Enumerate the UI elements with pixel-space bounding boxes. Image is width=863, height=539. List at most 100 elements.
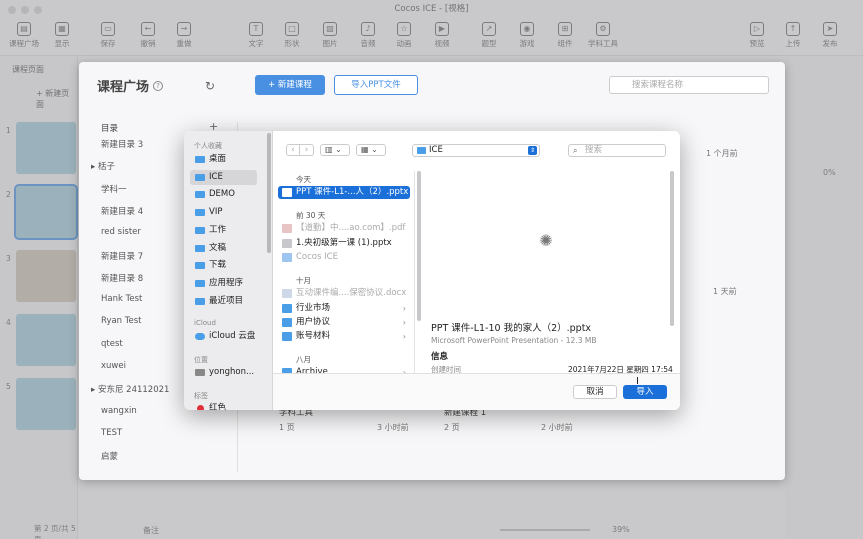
- directory-item[interactable]: 新建目录 4: [101, 205, 143, 217]
- forward-button[interactable]: ›: [300, 144, 314, 156]
- directory-item[interactable]: wangxin: [101, 406, 137, 416]
- sidebar-item[interactable]: DEMO: [190, 187, 257, 202]
- sidebar-item[interactable]: ICE: [190, 169, 257, 185]
- sidebar-item[interactable]: 下载: [190, 258, 257, 273]
- file-list-scrollbar[interactable]: [417, 171, 421, 321]
- directory-item[interactable]: red sister: [101, 227, 141, 237]
- directory-item[interactable]: 新建目录 3: [101, 138, 143, 150]
- sidebar-scrollbar[interactable]: [267, 133, 271, 253]
- directory-item[interactable]: xuwei: [101, 361, 126, 371]
- file-name: PPT 课件-L1-...人（2）.pptx: [296, 187, 409, 197]
- ppt-file-icon: [282, 238, 292, 248]
- location-name: ICE: [429, 145, 443, 155]
- folder-icon: [195, 156, 205, 163]
- card-pages: 1 页: [279, 423, 295, 432]
- column-view-button[interactable]: ▥ ⌄: [320, 144, 350, 156]
- import-ppt-button[interactable]: 导入PPT文件: [334, 75, 418, 95]
- directory-item[interactable]: Ryan Test: [101, 316, 142, 326]
- back-button[interactable]: ‹: [286, 144, 300, 156]
- dialog-sidebar: 个人收藏桌面 ICE DEMO VIP 工作文稿下载应用程序最近项目 iCloud iClo…: [184, 131, 273, 410]
- directory-item[interactable]: ▸ 安东尼 24112021: [91, 383, 169, 395]
- sidebar-item-label: 红色: [209, 403, 227, 410]
- chevron-right-icon: ›: [402, 303, 406, 313]
- location-dropdown[interactable]: ICE ⇕: [412, 144, 540, 157]
- chevron-right-icon: ›: [402, 332, 406, 342]
- import-file-dialog: 个人收藏桌面 ICE DEMO VIP 工作文稿下载应用程序最近项目 iCloud iClo…: [184, 131, 680, 410]
- sidebar-item-label: VIP: [209, 207, 223, 218]
- app-file-icon: [282, 252, 292, 262]
- file-name: Cocos ICE: [296, 251, 338, 262]
- sidebar-item[interactable]: 文稿: [190, 241, 257, 256]
- file-name: 用户协议: [296, 316, 331, 327]
- file-row[interactable]: Cocos ICE: [278, 251, 410, 264]
- preview-title: PPT 课件-L1-10 我的家人（2）.pptx: [431, 323, 592, 334]
- doc-file-icon: [282, 289, 292, 299]
- sidebar-section-header: iCloud: [194, 319, 216, 327]
- file-row[interactable]: 【道勤】中....ao.com】.pdf: [278, 222, 410, 235]
- sidebar-item-location[interactable]: yonghon...: [190, 365, 257, 380]
- folder-icon: [195, 173, 205, 181]
- sidebar-item-label: 应用程序: [209, 277, 244, 288]
- sidebar-section-header: 标签: [194, 392, 208, 400]
- help-icon[interactable]: ?: [153, 81, 163, 91]
- file-name: 1.央初级第一课 (1).pptx: [296, 237, 392, 248]
- file-row[interactable]: 1.央初级第一课 (1).pptx: [278, 237, 410, 250]
- directory-item[interactable]: 学科一: [101, 183, 127, 195]
- directory-item[interactable]: qtest: [101, 339, 123, 349]
- directory-item[interactable]: Hank Test: [101, 294, 142, 304]
- card-time: 1 天前: [713, 287, 737, 296]
- folder-icon: [195, 191, 205, 199]
- card-pages: 2 页: [444, 423, 460, 432]
- preview-scrollbar[interactable]: [670, 171, 674, 326]
- course-square-title: 课程广场: [97, 80, 150, 95]
- directory-item[interactable]: 启蒙: [101, 450, 118, 462]
- file-row[interactable]: 账号材料 ›: [278, 330, 410, 343]
- sidebar-item[interactable]: 应用程序: [190, 276, 257, 291]
- info-header: 信息: [431, 352, 449, 362]
- folder-icon: [417, 147, 426, 154]
- directory-item[interactable]: TEST: [101, 428, 122, 438]
- cancel-button[interactable]: 取消: [573, 385, 617, 399]
- folder-icon: [195, 209, 205, 217]
- sidebar-item-label: 下载: [209, 260, 227, 271]
- folder-file-icon: [282, 303, 292, 313]
- card-time: 1 个月前: [706, 149, 738, 158]
- sidebar-item[interactable]: 最近项目: [190, 294, 257, 309]
- red-tag-icon: [197, 405, 204, 410]
- search-icon: ⌕: [573, 146, 578, 155]
- file-row[interactable]: 用户协议 ›: [278, 316, 410, 329]
- sidebar-item-label: iCloud 云盘: [209, 331, 256, 341]
- refresh-icon[interactable]: ↻: [205, 79, 215, 93]
- file-row[interactable]: 互动课件编....保密协议.docx: [278, 287, 410, 300]
- sidebar-item[interactable]: 桌面: [190, 152, 257, 167]
- file-name: 【道勤】中....ao.com】.pdf: [296, 223, 406, 234]
- laptop-icon: [195, 369, 205, 376]
- file-group-header: 八月: [296, 355, 311, 365]
- grid-view-button[interactable]: ▦ ⌄: [356, 144, 386, 156]
- sidebar-item[interactable]: VIP: [190, 205, 257, 220]
- directory-header: 目录: [101, 124, 119, 134]
- sidebar-item[interactable]: 工作: [190, 223, 257, 238]
- file-row[interactable]: PPT 课件-L1-...人（2）.pptx: [278, 186, 410, 199]
- sidebar-section-header: 位置: [194, 356, 208, 364]
- file-name: 互动课件编....保密协议.docx: [296, 288, 407, 299]
- directory-item[interactable]: 新建目录 7: [101, 250, 143, 262]
- file-name: 账号材料: [296, 331, 331, 342]
- chevron-right-icon: ›: [402, 317, 406, 327]
- file-row[interactable]: 行业市场 ›: [278, 302, 410, 315]
- column-divider: [414, 171, 415, 373]
- file-group-header: 今天: [296, 175, 311, 184]
- card-time: 2 小时前: [541, 423, 573, 432]
- sidebar-item-label: yonghon...: [209, 367, 255, 377]
- dialog-search-input[interactable]: ⌕ 搜索: [568, 144, 666, 157]
- sidebar-item-tag[interactable]: 红色: [190, 401, 257, 410]
- new-course-button[interactable]: + 新建课程: [255, 75, 325, 95]
- import-button[interactable]: 导入: [623, 385, 667, 399]
- course-search-input[interactable]: 搜索课程名称: [609, 76, 769, 94]
- folder-icon: [195, 279, 205, 287]
- sidebar-item-icloud[interactable]: iCloud 云盘: [190, 329, 257, 344]
- sidebar-section-header: 个人收藏: [194, 142, 222, 150]
- folder-file-icon: [282, 317, 292, 327]
- directory-item[interactable]: 新建目录 8: [101, 272, 143, 284]
- directory-item[interactable]: ▸ 栝子: [91, 160, 115, 172]
